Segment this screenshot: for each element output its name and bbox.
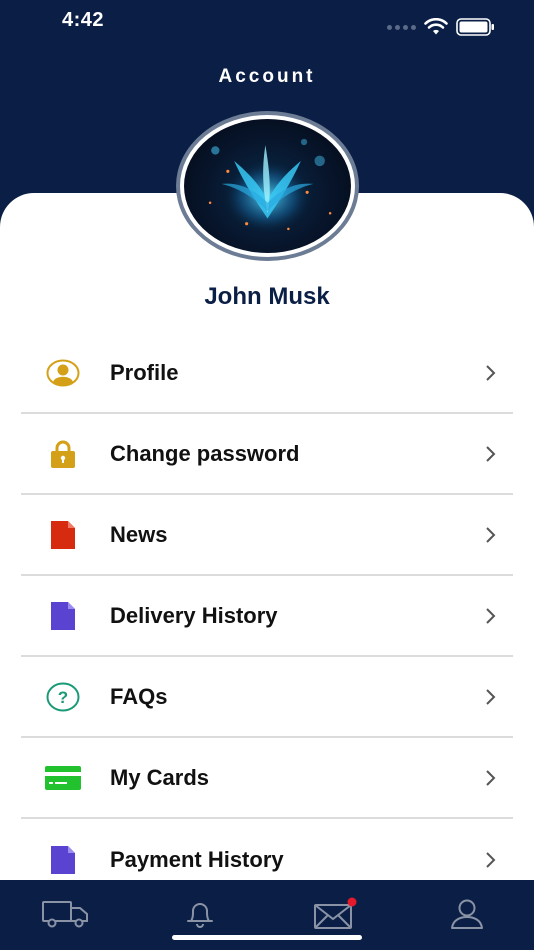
chevron-right-icon (486, 607, 496, 624)
credit-card-icon (41, 756, 85, 800)
document-icon (41, 838, 85, 882)
account-menu: Profile Change password News Delivery Hi… (21, 333, 513, 900)
avatar-image (184, 119, 351, 253)
chevron-right-icon (486, 851, 496, 868)
tab-notifications[interactable] (170, 894, 230, 934)
question-circle-icon: ? (41, 675, 85, 719)
chevron-right-icon (486, 364, 496, 381)
tab-messages[interactable] (304, 894, 364, 934)
battery-icon (456, 18, 494, 36)
menu-label: Change password (110, 440, 300, 466)
person-icon (451, 899, 483, 929)
chevron-right-icon (486, 688, 496, 705)
menu-label: Delivery History (110, 602, 278, 628)
tab-deliveries[interactable] (36, 894, 96, 934)
menu-item-change-password[interactable]: Change password (21, 414, 513, 495)
menu-label: Payment History (110, 846, 284, 872)
lock-icon (41, 432, 85, 476)
wifi-icon (424, 18, 448, 35)
tab-account[interactable] (437, 894, 497, 934)
document-icon (41, 594, 85, 638)
truck-icon (42, 901, 88, 928)
chevron-right-icon (486, 769, 496, 786)
menu-label: My Cards (110, 764, 210, 790)
document-icon (41, 513, 85, 557)
mail-icon (314, 897, 357, 929)
avatar[interactable] (176, 111, 359, 261)
page-title: Account (218, 66, 316, 87)
home-indicator (172, 935, 362, 940)
user-name: John Musk (204, 283, 330, 310)
notification-badge (347, 897, 357, 907)
signal-icon (387, 24, 416, 30)
chevron-right-icon (486, 526, 496, 543)
menu-label: News (110, 521, 168, 547)
svg-text:?: ? (58, 688, 68, 707)
menu-item-profile[interactable]: Profile (21, 333, 513, 414)
menu-item-news[interactable]: News (21, 495, 513, 576)
status-bar: 4:42 (0, 0, 534, 48)
chevron-right-icon (486, 445, 496, 462)
menu-item-faqs[interactable]: ? FAQs (21, 657, 513, 738)
menu-item-my-cards[interactable]: My Cards (21, 738, 513, 819)
status-icons (387, 18, 496, 36)
user-circle-icon (41, 351, 85, 395)
bell-icon (187, 903, 213, 928)
menu-item-delivery-history[interactable]: Delivery History (21, 576, 513, 657)
status-time: 4:42 (62, 9, 105, 31)
menu-label: Profile (110, 359, 179, 385)
menu-label: FAQs (110, 683, 168, 709)
